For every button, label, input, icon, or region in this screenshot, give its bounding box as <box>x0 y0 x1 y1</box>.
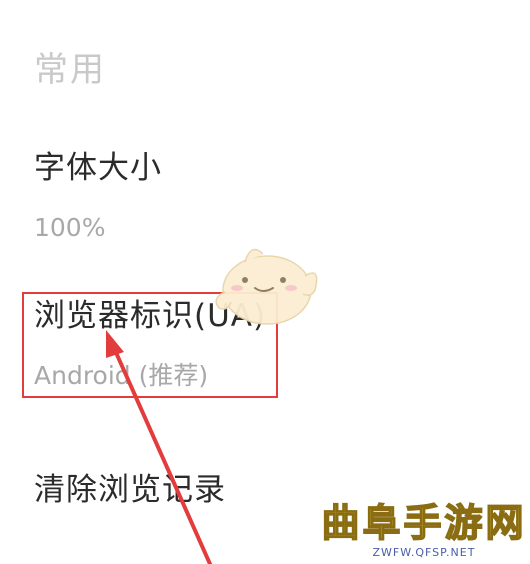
setting-font-size[interactable]: 字体大小 100% <box>34 148 510 248</box>
setting-clear-history-title: 清除浏览记录 <box>34 472 226 508</box>
setting-clear-history[interactable]: 清除浏览记录 <box>34 470 510 520</box>
annotation-highlight-box <box>22 292 278 398</box>
section-header-common: 常用 <box>34 50 106 90</box>
setting-font-size-title: 字体大小 <box>34 150 162 186</box>
setting-font-size-value: 100% <box>34 213 106 242</box>
watermark-url: ZWFW.QFSP.NET <box>372 546 476 559</box>
